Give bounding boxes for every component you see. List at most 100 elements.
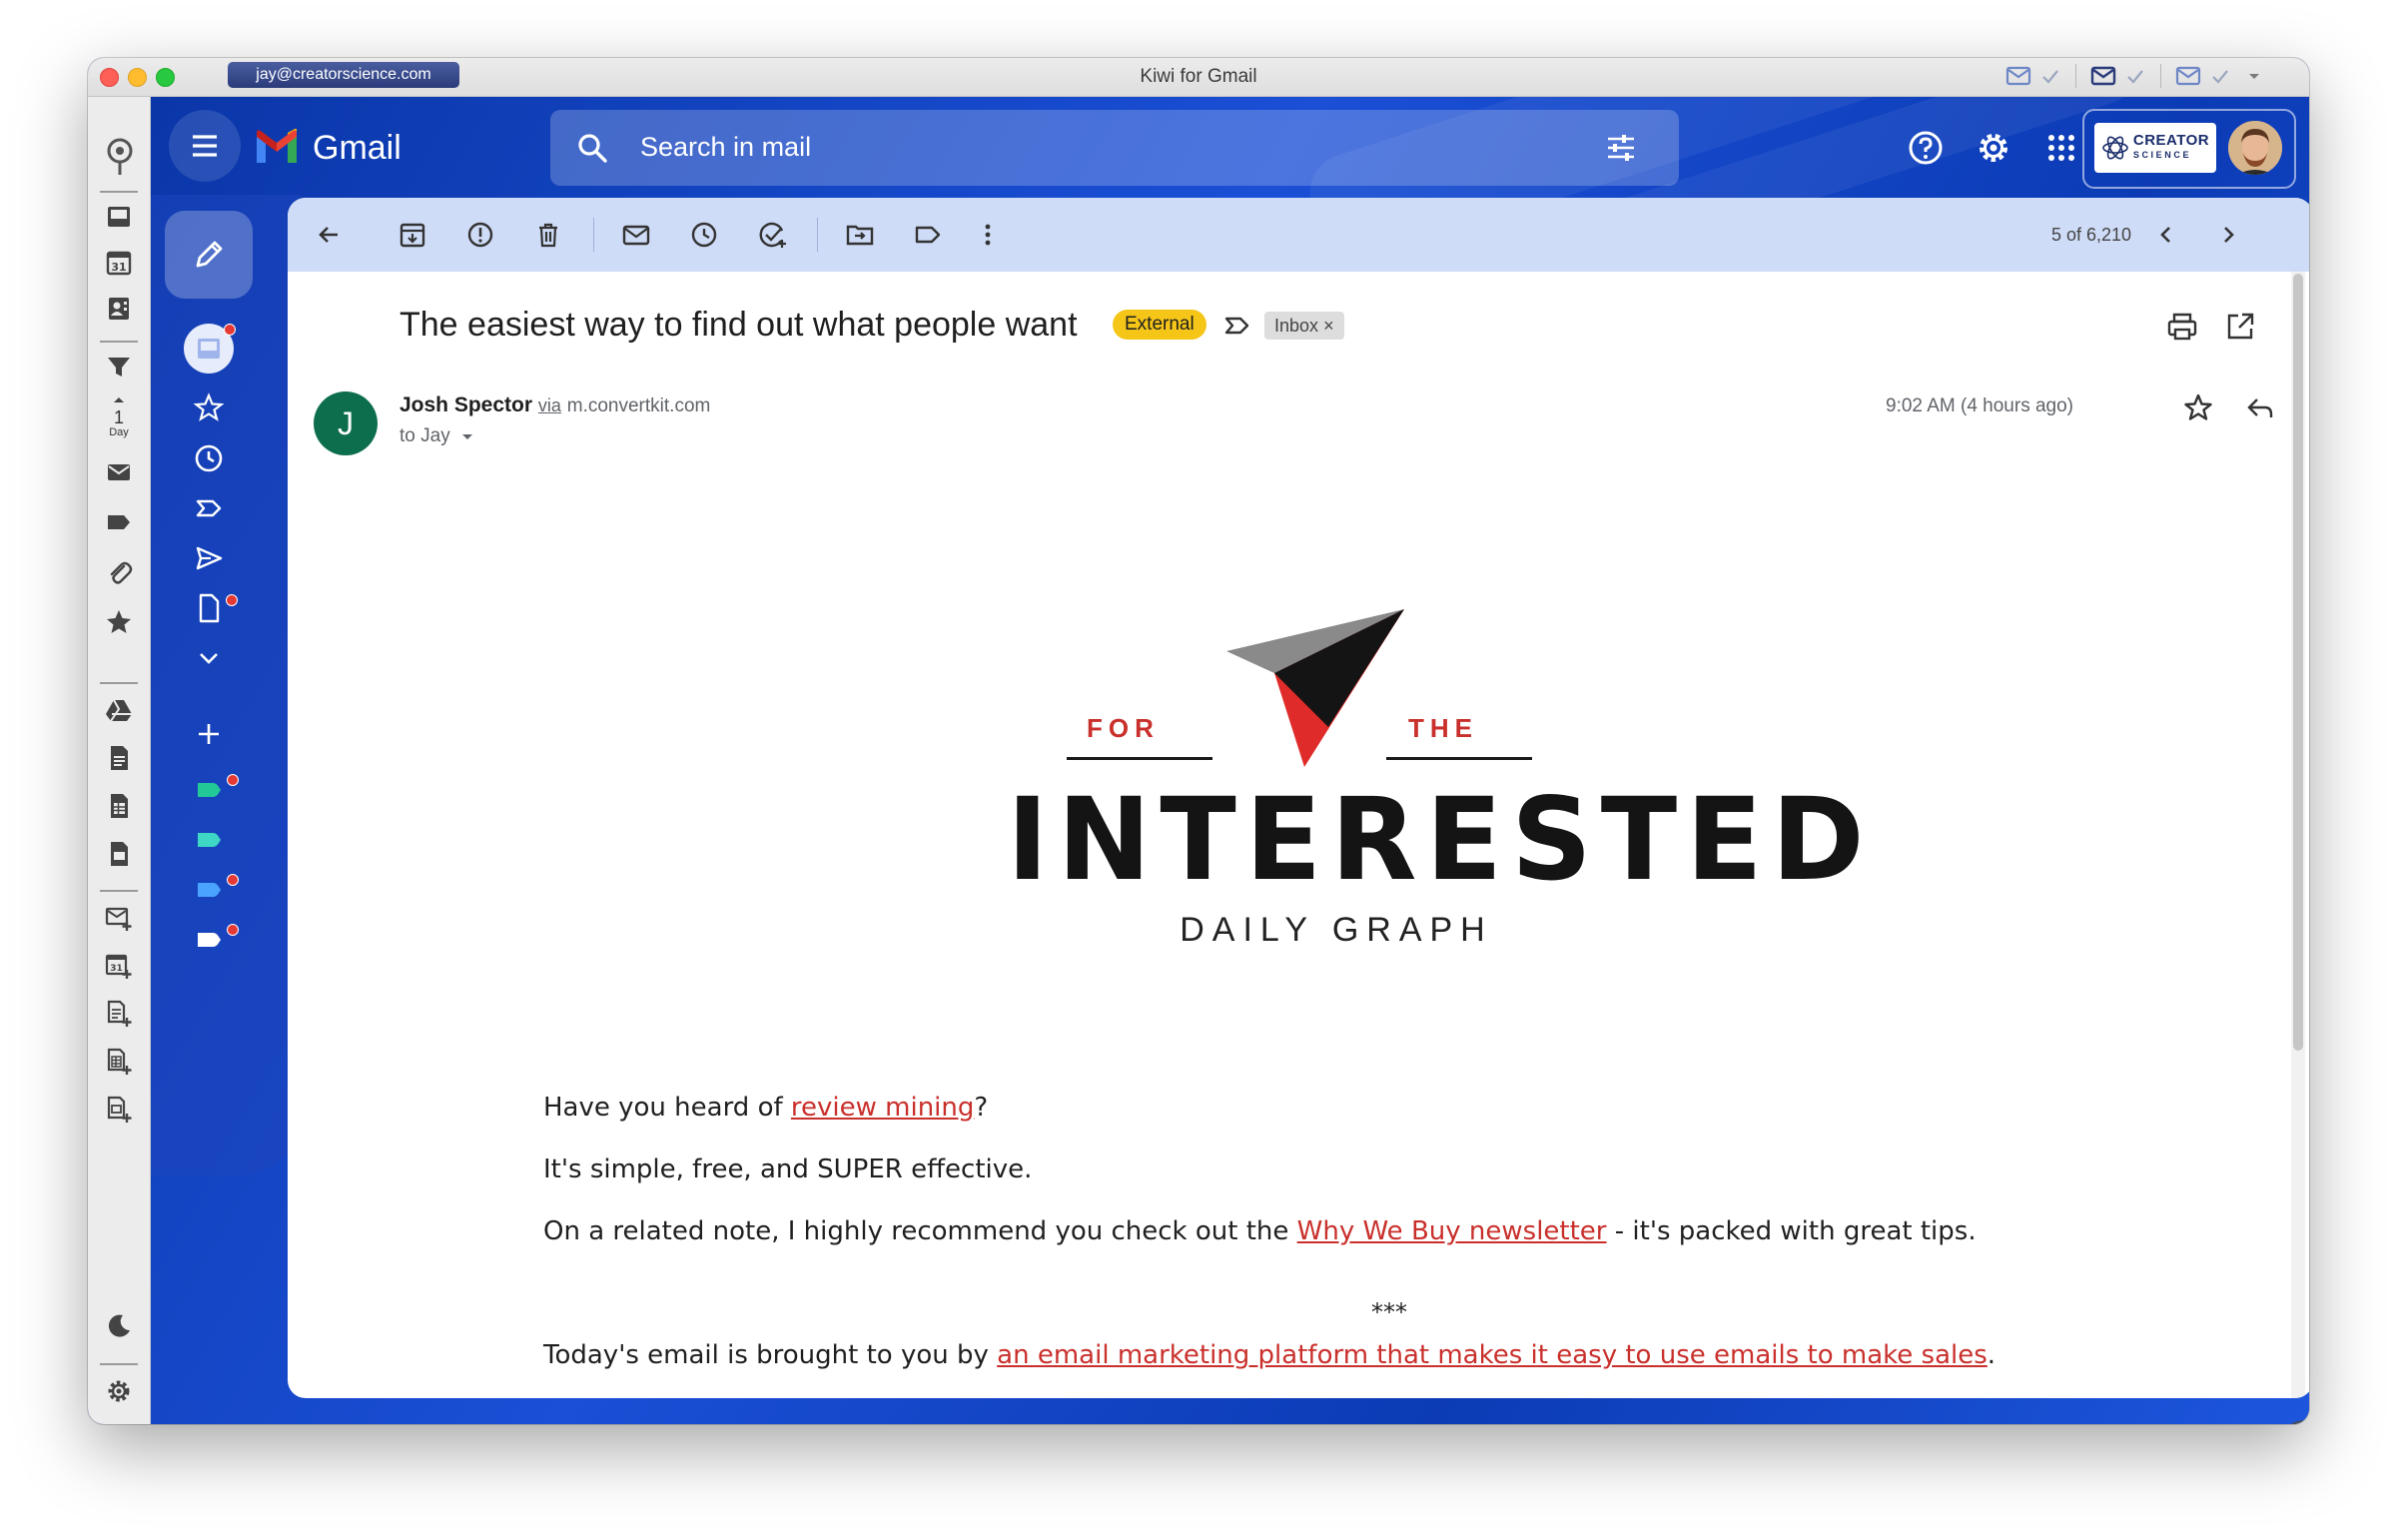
label-teal-icon[interactable] xyxy=(191,822,227,858)
back-arrow-icon[interactable] xyxy=(314,220,344,250)
sent-icon[interactable] xyxy=(191,540,227,576)
email-subject: The easiest way to find out what people … xyxy=(400,306,1078,344)
important-marker-icon[interactable] xyxy=(1222,312,1252,340)
mail-icon[interactable] xyxy=(105,458,133,486)
check-icon[interactable] xyxy=(2039,65,2061,87)
settings-icon[interactable] xyxy=(105,1377,133,1405)
create-label-icon[interactable] xyxy=(191,716,227,752)
logo-line-2: SCIENCE xyxy=(2132,150,2192,160)
inbox-label-chip: Inbox × xyxy=(1264,312,1344,340)
starred-icon[interactable] xyxy=(191,390,227,426)
newer-chevron-icon[interactable] xyxy=(2151,220,2181,250)
move-to-icon[interactable] xyxy=(845,220,875,250)
search-options-icon[interactable] xyxy=(1603,130,1639,166)
why-we-buy-link[interactable]: Why We Buy newsletter xyxy=(1297,1216,1607,1246)
mark-unread-icon[interactable] xyxy=(621,220,651,250)
paper-plane-logo-icon xyxy=(1226,609,1404,767)
open-new-window-icon[interactable] xyxy=(2223,310,2257,344)
settings-gear-icon[interactable] xyxy=(1975,129,2012,167)
day-filter-number[interactable]: 1 xyxy=(88,408,150,426)
snooze-icon[interactable] xyxy=(689,220,719,250)
caret-down-icon[interactable] xyxy=(459,429,475,443)
kiwi-logo-icon[interactable] xyxy=(105,137,135,177)
drafts-icon[interactable] xyxy=(191,590,227,626)
chevron-up-icon[interactable] xyxy=(105,392,133,406)
contacts-icon[interactable] xyxy=(105,295,133,323)
check-icon[interactable] xyxy=(2209,65,2231,87)
scrollbar-thumb[interactable] xyxy=(2293,274,2303,1051)
delete-icon[interactable] xyxy=(533,220,563,250)
compose-button[interactable] xyxy=(165,211,253,299)
body-paragraph-1: Have you heard of review mining? xyxy=(543,1093,988,1123)
unread-dot xyxy=(227,774,239,786)
pencil-icon xyxy=(196,241,223,268)
label-green-icon[interactable] xyxy=(191,772,227,808)
gmail-logo-icon[interactable] xyxy=(253,129,301,165)
apps-grid-icon[interactable] xyxy=(2042,129,2080,167)
dark-mode-icon[interactable] xyxy=(105,1311,133,1339)
logo-main-text: INTERESTED xyxy=(1007,773,1874,907)
reply-icon[interactable] xyxy=(2243,391,2277,425)
mail-status-icon[interactable] xyxy=(2175,65,2201,87)
label-white-icon[interactable] xyxy=(191,922,227,958)
more-chevron-icon[interactable] xyxy=(191,640,227,676)
calendar-icon[interactable]: 31 xyxy=(105,249,133,277)
drive-icon[interactable] xyxy=(105,696,133,724)
toolbar-divider xyxy=(817,218,818,252)
star-outline-icon[interactable] xyxy=(2181,391,2215,425)
recipient-details[interactable]: to Jay xyxy=(400,425,475,447)
message-time: 9:02 AM (4 hours ago) xyxy=(1886,395,2073,416)
report-spam-icon[interactable] xyxy=(465,220,495,250)
mail-status-icon[interactable] xyxy=(2090,65,2116,87)
important-icon[interactable] xyxy=(191,490,227,526)
label-blue-icon[interactable] xyxy=(191,872,227,908)
inbox-icon xyxy=(198,339,220,359)
snoozed-icon[interactable] xyxy=(191,440,227,476)
sender-name[interactable]: Josh Spector xyxy=(400,393,532,416)
p4-end: . xyxy=(1987,1340,1997,1370)
slides-icon[interactable] xyxy=(105,840,133,868)
older-chevron-icon[interactable] xyxy=(2213,220,2243,250)
new-event-icon[interactable]: 31 xyxy=(105,952,133,980)
archive-icon[interactable] xyxy=(398,220,427,250)
sender-avatar[interactable]: J xyxy=(314,391,378,455)
docs-icon[interactable] xyxy=(105,744,133,772)
remove-label-button[interactable]: × xyxy=(1323,316,1334,336)
main-menu-button[interactable] xyxy=(169,110,241,182)
divider xyxy=(100,1363,138,1365)
sponsor-link[interactable]: an email marketing platform that makes i… xyxy=(997,1340,1988,1370)
attachment-icon[interactable] xyxy=(105,558,133,586)
review-mining-link[interactable]: review mining xyxy=(791,1093,975,1123)
logo-line-1: CREATOR xyxy=(2132,132,2210,149)
new-doc-icon[interactable] xyxy=(105,1000,133,1028)
message-count: 5 of 6,210 xyxy=(2051,225,2132,245)
search-icon[interactable] xyxy=(574,130,610,166)
logo-sub-text: DAILY GRAPH xyxy=(1180,911,1493,949)
caret-down-icon[interactable] xyxy=(2239,65,2269,87)
window-title: Kiwi for Gmail xyxy=(1140,66,1257,87)
mail-status-icon[interactable] xyxy=(2005,65,2031,87)
check-icon[interactable] xyxy=(2124,65,2146,87)
new-slide-icon[interactable] xyxy=(105,1096,133,1124)
inbox-icon[interactable] xyxy=(105,203,133,231)
new-sheet-icon[interactable] xyxy=(105,1048,133,1076)
filter-icon[interactable] xyxy=(105,353,133,381)
label-icon[interactable] xyxy=(105,508,133,536)
more-vert-icon[interactable] xyxy=(973,220,1003,250)
day-filter-unit: Day xyxy=(109,426,129,438)
sheets-icon[interactable] xyxy=(105,792,133,820)
creator-science-logo: CREATOR SCIENCE xyxy=(2094,123,2216,173)
profile-photo xyxy=(2228,121,2282,175)
account-avatar[interactable] xyxy=(2228,121,2282,175)
star-icon[interactable] xyxy=(105,608,133,636)
via-link[interactable]: via xyxy=(538,395,561,415)
print-icon[interactable] xyxy=(2165,310,2199,344)
unread-dot xyxy=(226,594,238,606)
account-card[interactable]: CREATOR SCIENCE xyxy=(2082,109,2296,189)
label-as-icon[interactable] xyxy=(913,220,943,250)
new-email-icon[interactable] xyxy=(105,904,133,932)
unread-dot xyxy=(227,874,239,886)
add-task-icon[interactable] xyxy=(757,220,787,250)
help-icon[interactable] xyxy=(1907,129,1945,167)
search-input[interactable]: Search in mail xyxy=(550,110,1679,186)
